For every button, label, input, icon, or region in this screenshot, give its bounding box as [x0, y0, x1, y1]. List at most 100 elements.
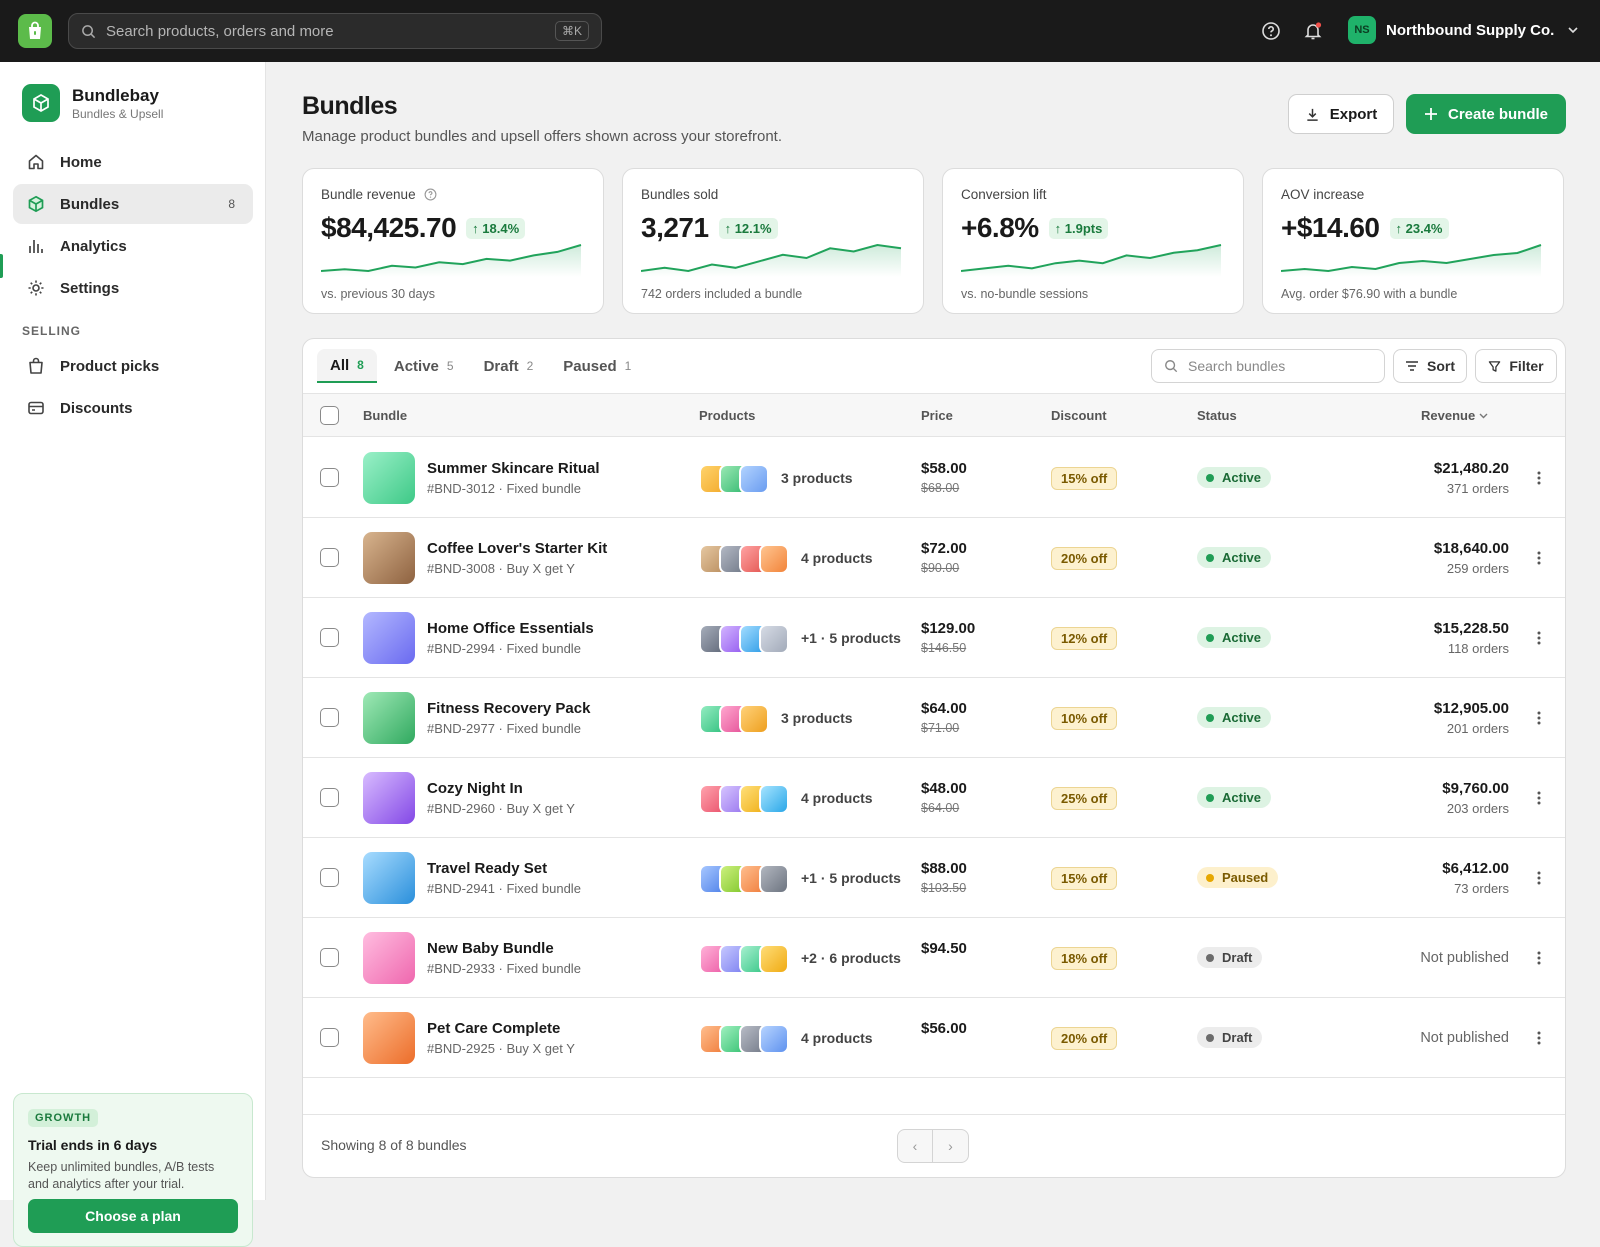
bundle-id-type: #BND-2925 · Buy X get Y — [427, 1041, 575, 1056]
sidebar-item-analytics[interactable]: Analytics — [13, 226, 253, 266]
export-button[interactable]: Export — [1288, 94, 1394, 134]
status-tabs: All 8 Active 5 Draft 2 Paused 1 — [317, 349, 648, 383]
column-header-discount[interactable]: Discount — [1051, 408, 1107, 423]
tab-paused[interactable]: Paused 1 — [550, 349, 644, 383]
product-thumbnail — [759, 624, 789, 654]
bundle-count-badge: 8 — [228, 197, 235, 211]
table-row[interactable]: Fitness Recovery Pack #BND-2977 · Fixed b… — [303, 678, 1565, 758]
row-checkbox[interactable] — [320, 468, 339, 487]
row-checkbox[interactable] — [320, 1028, 339, 1047]
sidebar-item-bundles[interactable]: Bundles 8 — [13, 184, 253, 224]
help-icon[interactable] — [1260, 20, 1282, 42]
column-header-revenue[interactable]: Revenue — [1421, 408, 1475, 423]
select-all-checkbox[interactable] — [320, 406, 339, 425]
status-dot — [1206, 713, 1214, 722]
metric-label: Conversion lift — [961, 187, 1047, 202]
more-actions-icon[interactable] — [1533, 948, 1545, 968]
more-actions-icon[interactable] — [1533, 788, 1545, 808]
bundle-name[interactable]: Home Office Essentials — [427, 620, 594, 637]
table-row[interactable]: Coffee Lover's Starter Kit #BND-3008 · Bu… — [303, 518, 1565, 598]
metric-value: $84,425.70 — [321, 212, 457, 243]
table-row[interactable]: Travel Ready Set #BND-2941 · Fixed bundle… — [303, 838, 1565, 918]
product-thumbnail — [759, 1024, 789, 1054]
prev-page-button[interactable]: ‹ — [898, 1130, 934, 1162]
row-checkbox[interactable] — [320, 708, 339, 727]
table-header: Bundle Products Price Discount Status Re… — [303, 393, 1565, 437]
column-header-products[interactable]: Products — [699, 408, 755, 423]
app-brand[interactable]: Bundlebay Bundles & Upsell — [22, 84, 163, 122]
bundle-price: $48.00 — [921, 780, 967, 797]
bundle-name[interactable]: Coffee Lover's Starter Kit — [427, 540, 607, 557]
sidebar-item-label: Home — [60, 153, 102, 171]
more-actions-icon[interactable] — [1533, 628, 1545, 648]
notification-bell-icon[interactable] — [1302, 20, 1324, 42]
next-page-button[interactable]: › — [933, 1130, 968, 1162]
bundle-name[interactable]: Fitness Recovery Pack — [427, 700, 590, 717]
original-price: $64.00 — [921, 801, 960, 815]
more-actions-icon[interactable] — [1533, 868, 1545, 888]
sidebar-item-discounts[interactable]: Discounts — [13, 388, 253, 428]
sparkline-chart — [321, 244, 582, 277]
choose-plan-button[interactable]: Choose a plan — [28, 1199, 238, 1233]
tab-all[interactable]: All 8 — [317, 349, 377, 383]
bundle-name[interactable]: Pet Care Complete — [427, 1020, 560, 1037]
column-header-status[interactable]: Status — [1197, 408, 1237, 423]
bundle-thumbnail — [363, 1012, 415, 1064]
table-row[interactable]: Home Office Essentials #BND-2994 · Fixed … — [303, 598, 1565, 678]
tab-active[interactable]: Active 5 — [381, 349, 467, 383]
column-header-price[interactable]: Price — [921, 408, 953, 423]
info-icon[interactable] — [424, 188, 437, 201]
product-thumbnail — [759, 864, 789, 894]
filter-button[interactable]: Filter — [1475, 349, 1557, 383]
home-icon — [26, 152, 46, 172]
more-actions-icon[interactable] — [1533, 548, 1545, 568]
table-row[interactable]: Pet Care Complete #BND-2925 · Buy X get Y… — [303, 998, 1565, 1078]
column-header-bundle[interactable]: Bundle — [363, 408, 407, 423]
bundle-name[interactable]: Travel Ready Set — [427, 860, 547, 877]
bundle-thumbnail — [363, 772, 415, 824]
status-badge: Paused — [1197, 867, 1279, 888]
status-badge: Draft — [1197, 1027, 1263, 1048]
metric-card-aov-increase: AOV increase +$14.60 ↑ 23.4% Avg. order … — [1262, 168, 1564, 314]
bundle-price: $58.00 — [921, 460, 967, 477]
store-switcher[interactable]: NS Northbound Supply Co. — [1348, 16, 1578, 44]
row-checkbox[interactable] — [320, 868, 339, 887]
status-dot — [1206, 873, 1214, 882]
sidebar-item-settings[interactable]: Settings — [13, 268, 253, 308]
plus-icon — [1424, 108, 1437, 120]
bundle-name[interactable]: Summer Skincare Ritual — [427, 460, 600, 477]
bundle-name[interactable]: Cozy Night In — [427, 780, 523, 797]
metric-footer: vs. previous 30 days — [321, 287, 435, 301]
bundle-search-input[interactable]: Search bundles — [1151, 349, 1385, 383]
discount-badge: 15% off — [1051, 467, 1118, 490]
trial-text: Keep unlimited bundles, A/B tests and an… — [28, 1160, 215, 1191]
row-checkbox[interactable] — [320, 628, 339, 647]
sidebar-item-product-picks[interactable]: Product picks — [13, 346, 253, 386]
sort-desc-chevron-icon[interactable] — [1479, 413, 1488, 419]
status-badge: Active — [1197, 627, 1272, 648]
row-checkbox[interactable] — [320, 948, 339, 967]
shopping-bag-icon — [26, 356, 46, 376]
table-row[interactable]: New Baby Bundle #BND-2933 · Fixed bundle +… — [303, 918, 1565, 998]
table-row[interactable]: Summer Skincare Ritual #BND-3012 · Fixed … — [303, 438, 1565, 518]
row-checkbox[interactable] — [320, 788, 339, 807]
global-search-input[interactable]: Search products, orders and more ⌘K — [68, 13, 602, 49]
more-actions-icon[interactable] — [1533, 1028, 1545, 1048]
bundle-name[interactable]: New Baby Bundle — [427, 940, 554, 957]
sidebar-item-home[interactable]: Home — [13, 142, 253, 182]
more-actions-icon[interactable] — [1533, 708, 1545, 728]
table-row[interactable]: Cozy Night In #BND-2960 · Buy X get Y 4 pr… — [303, 758, 1565, 838]
metric-footer: vs. no-bundle sessions — [961, 287, 1089, 301]
row-checkbox[interactable] — [320, 548, 339, 567]
metric-card-bundle-revenue: Bundle revenue $84,425.70 ↑ 18.4% vs. pr… — [302, 168, 604, 314]
metric-change-badge: ↑ 12.1% — [718, 217, 778, 239]
tab-draft[interactable]: Draft 2 — [471, 349, 547, 383]
app-logo-icon[interactable] — [18, 14, 52, 48]
bundle-id-type: #BND-2977 · Fixed bundle — [427, 721, 581, 736]
page-subtitle: Manage product bundles and upsell offers… — [302, 128, 782, 145]
more-actions-icon[interactable] — [1533, 468, 1545, 488]
sort-button[interactable]: Sort — [1393, 349, 1467, 383]
create-bundle-button[interactable]: Create bundle — [1406, 94, 1566, 134]
bundle-price: $72.00 — [921, 540, 967, 557]
product-count: 3 products — [781, 710, 853, 726]
